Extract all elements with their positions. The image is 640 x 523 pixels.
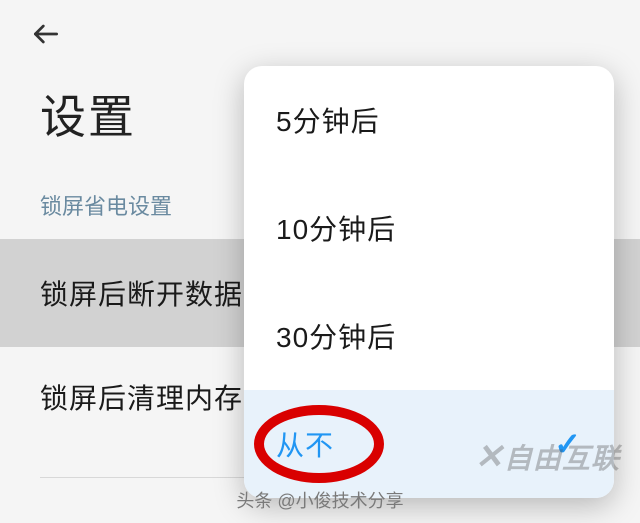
row-label: 锁屏后断开数据: [40, 279, 243, 310]
option-label: 5分钟后: [276, 100, 380, 140]
watermark: ✕自由互联: [474, 437, 620, 477]
dropdown-menu: 5分钟后 10分钟后 30分钟后 从不 ✓: [244, 66, 614, 498]
option-label: 10分钟后: [276, 208, 396, 248]
footer-attribution: 头条 @小俊技术分享: [0, 487, 640, 513]
option-30min[interactable]: 30分钟后: [244, 282, 614, 390]
option-label: 30分钟后: [276, 316, 396, 356]
row-label: 锁屏后清理内存: [40, 383, 243, 414]
option-5min[interactable]: 5分钟后: [244, 66, 614, 174]
option-label: 从不: [276, 424, 334, 464]
back-icon[interactable]: [30, 18, 62, 50]
option-10min[interactable]: 10分钟后: [244, 174, 614, 282]
